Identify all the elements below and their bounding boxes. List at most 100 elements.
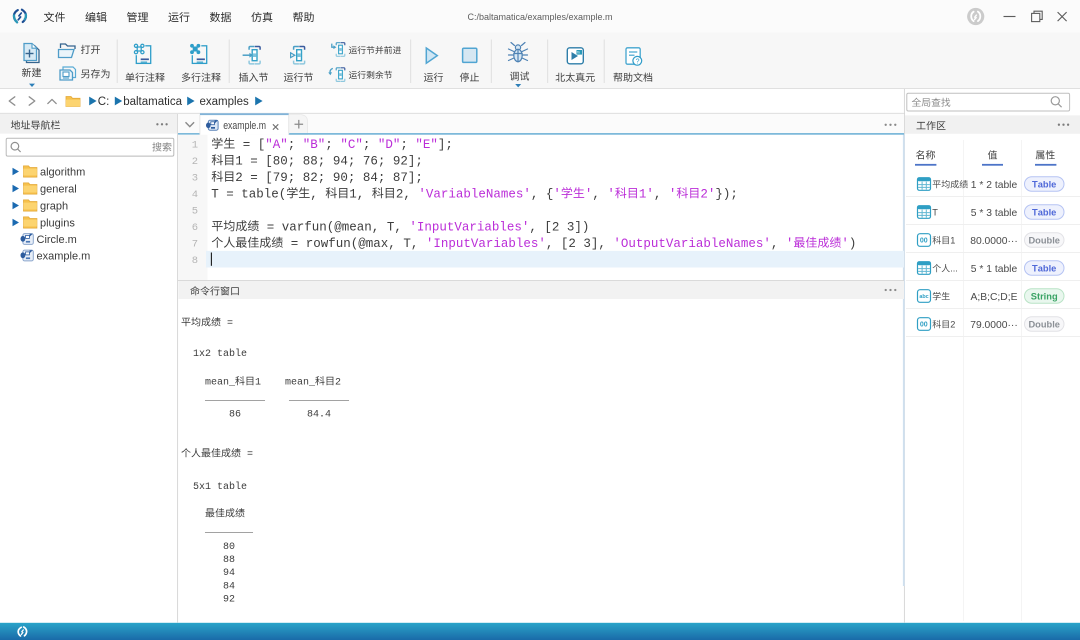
svg-text:84: 84: [223, 581, 235, 592]
svg-text:table: table: [217, 481, 247, 493]
svg-text:mean_: mean_: [285, 378, 316, 389]
svg-text:': ': [607, 187, 615, 201]
svg-text:5: 5: [192, 205, 198, 217]
svg-text:,: ,: [771, 237, 779, 251]
svg-text:algorithm: algorithm: [40, 167, 85, 179]
svg-text:2': 2': [700, 187, 715, 201]
svg-text:Double: Double: [1028, 319, 1060, 329]
svg-text:88: 88: [223, 555, 235, 566]
svg-text:;: ;: [288, 138, 296, 152]
svg-text:2,: 2,: [396, 187, 411, 201]
svg-text:2: 2: [192, 156, 198, 168]
svg-text:8: 8: [192, 255, 198, 267]
svg-text:5: 5: [971, 264, 977, 275]
svg-text:1: 1: [235, 154, 243, 168]
svg-text:Table: Table: [1032, 263, 1056, 273]
svg-text:80.0000···: 80.0000···: [970, 236, 1018, 247]
svg-text:Table: Table: [1032, 179, 1056, 189]
svg-text:6: 6: [192, 222, 198, 234]
svg-text:92];: 92];: [393, 154, 423, 168]
svg-text:1: 1: [950, 236, 955, 246]
svg-text:;: ;: [363, 138, 371, 152]
svg-text:"E": "E": [415, 138, 438, 152]
svg-text:table: table: [217, 348, 247, 360]
svg-text:________: ________: [204, 525, 254, 536]
svg-text:=: =: [243, 138, 251, 152]
svg-text:=: =: [291, 237, 299, 251]
svg-text:String: String: [1031, 291, 1058, 301]
svg-text:C:/baltamatica/examples/exampl: C:/baltamatica/examples/example.m: [467, 12, 612, 22]
svg-text:mean_: mean_: [205, 378, 236, 389]
svg-text:fx: fx: [577, 51, 580, 55]
svg-text:00: 00: [920, 322, 928, 329]
svg-text:*: *: [979, 264, 983, 275]
svg-text:3]): 3]): [567, 220, 590, 234]
svg-text:': ': [553, 187, 561, 201]
svg-text:': ': [669, 187, 677, 201]
svg-text:graph: graph: [40, 201, 68, 213]
svg-text:'InputVariables': 'InputVariables': [426, 237, 546, 251]
svg-text:3],: 3],: [583, 237, 606, 251]
svg-text:3: 3: [192, 172, 198, 184]
svg-text:...: ...: [950, 264, 958, 274]
svg-text:88;: 88;: [303, 154, 326, 168]
svg-text:3: 3: [986, 208, 992, 219]
svg-text:94: 94: [223, 568, 235, 579]
svg-text:79.0000···: 79.0000···: [970, 320, 1018, 331]
svg-text:80: 80: [223, 542, 235, 553]
svg-text:1: 1: [255, 378, 261, 389]
svg-text:=: =: [247, 450, 253, 461]
svg-text:"C": "C": [340, 138, 363, 152]
svg-text:"B": "B": [303, 138, 326, 152]
svg-text:});: });: [715, 187, 738, 201]
svg-text:baltamatica: baltamatica: [123, 96, 182, 108]
svg-text:1: 1: [971, 180, 977, 191]
svg-text:,: ,: [531, 187, 539, 201]
svg-text:,: ,: [310, 187, 318, 201]
svg-text:__________: __________: [204, 393, 266, 404]
svg-text:example.m: example.m: [37, 251, 91, 263]
svg-text:'OutputVariableNames': 'OutputVariableNames': [613, 237, 771, 251]
svg-text:=: =: [267, 220, 275, 234]
svg-text:5: 5: [971, 208, 977, 219]
svg-text:1': 1': [639, 187, 654, 201]
svg-text:table(: table(: [241, 187, 286, 201]
svg-text:example.m: example.m: [223, 120, 266, 132]
svg-text:84;: 84;: [363, 171, 386, 185]
svg-text:Table: Table: [1032, 207, 1056, 217]
svg-text:2: 2: [986, 180, 992, 191]
svg-text:C:: C:: [98, 96, 110, 108]
svg-text:,: ,: [592, 187, 600, 201]
svg-text:': ': [786, 237, 794, 251]
svg-text:Circle.m: Circle.m: [37, 234, 77, 246]
svg-text:;: ;: [325, 138, 333, 152]
svg-text:84.4: 84.4: [307, 410, 331, 421]
svg-text:table: table: [995, 264, 1018, 275]
svg-text:'VariableNames': 'VariableNames': [418, 187, 531, 201]
svg-text:=: =: [250, 171, 258, 185]
svg-text:,: ,: [546, 237, 554, 251]
svg-text:87];: 87];: [393, 171, 423, 185]
svg-text:4: 4: [192, 189, 198, 201]
svg-text:rowfun(@max,: rowfun(@max,: [306, 237, 396, 251]
svg-text:T,: T,: [387, 220, 402, 234]
svg-text:table: table: [995, 180, 1018, 191]
svg-text:"D": "D": [378, 138, 401, 152]
svg-text:1,: 1,: [349, 187, 364, 201]
svg-text:[79;: [79;: [265, 171, 295, 185]
svg-text:=: =: [226, 187, 234, 201]
svg-text:T: T: [932, 208, 938, 218]
svg-text:': ': [841, 237, 849, 251]
svg-text:abc: abc: [919, 294, 928, 300]
svg-text:00: 00: [920, 238, 928, 245]
svg-text:examples: examples: [200, 96, 249, 108]
svg-text:): ): [849, 237, 857, 251]
svg-text:92: 92: [223, 595, 235, 606]
svg-text:94;: 94;: [333, 154, 356, 168]
svg-text:': ': [585, 187, 593, 201]
svg-text:[: [: [258, 138, 266, 152]
svg-text:82;: 82;: [303, 171, 326, 185]
svg-text:general: general: [40, 184, 77, 196]
svg-text:1: 1: [986, 264, 992, 275]
svg-text:76;: 76;: [363, 154, 386, 168]
